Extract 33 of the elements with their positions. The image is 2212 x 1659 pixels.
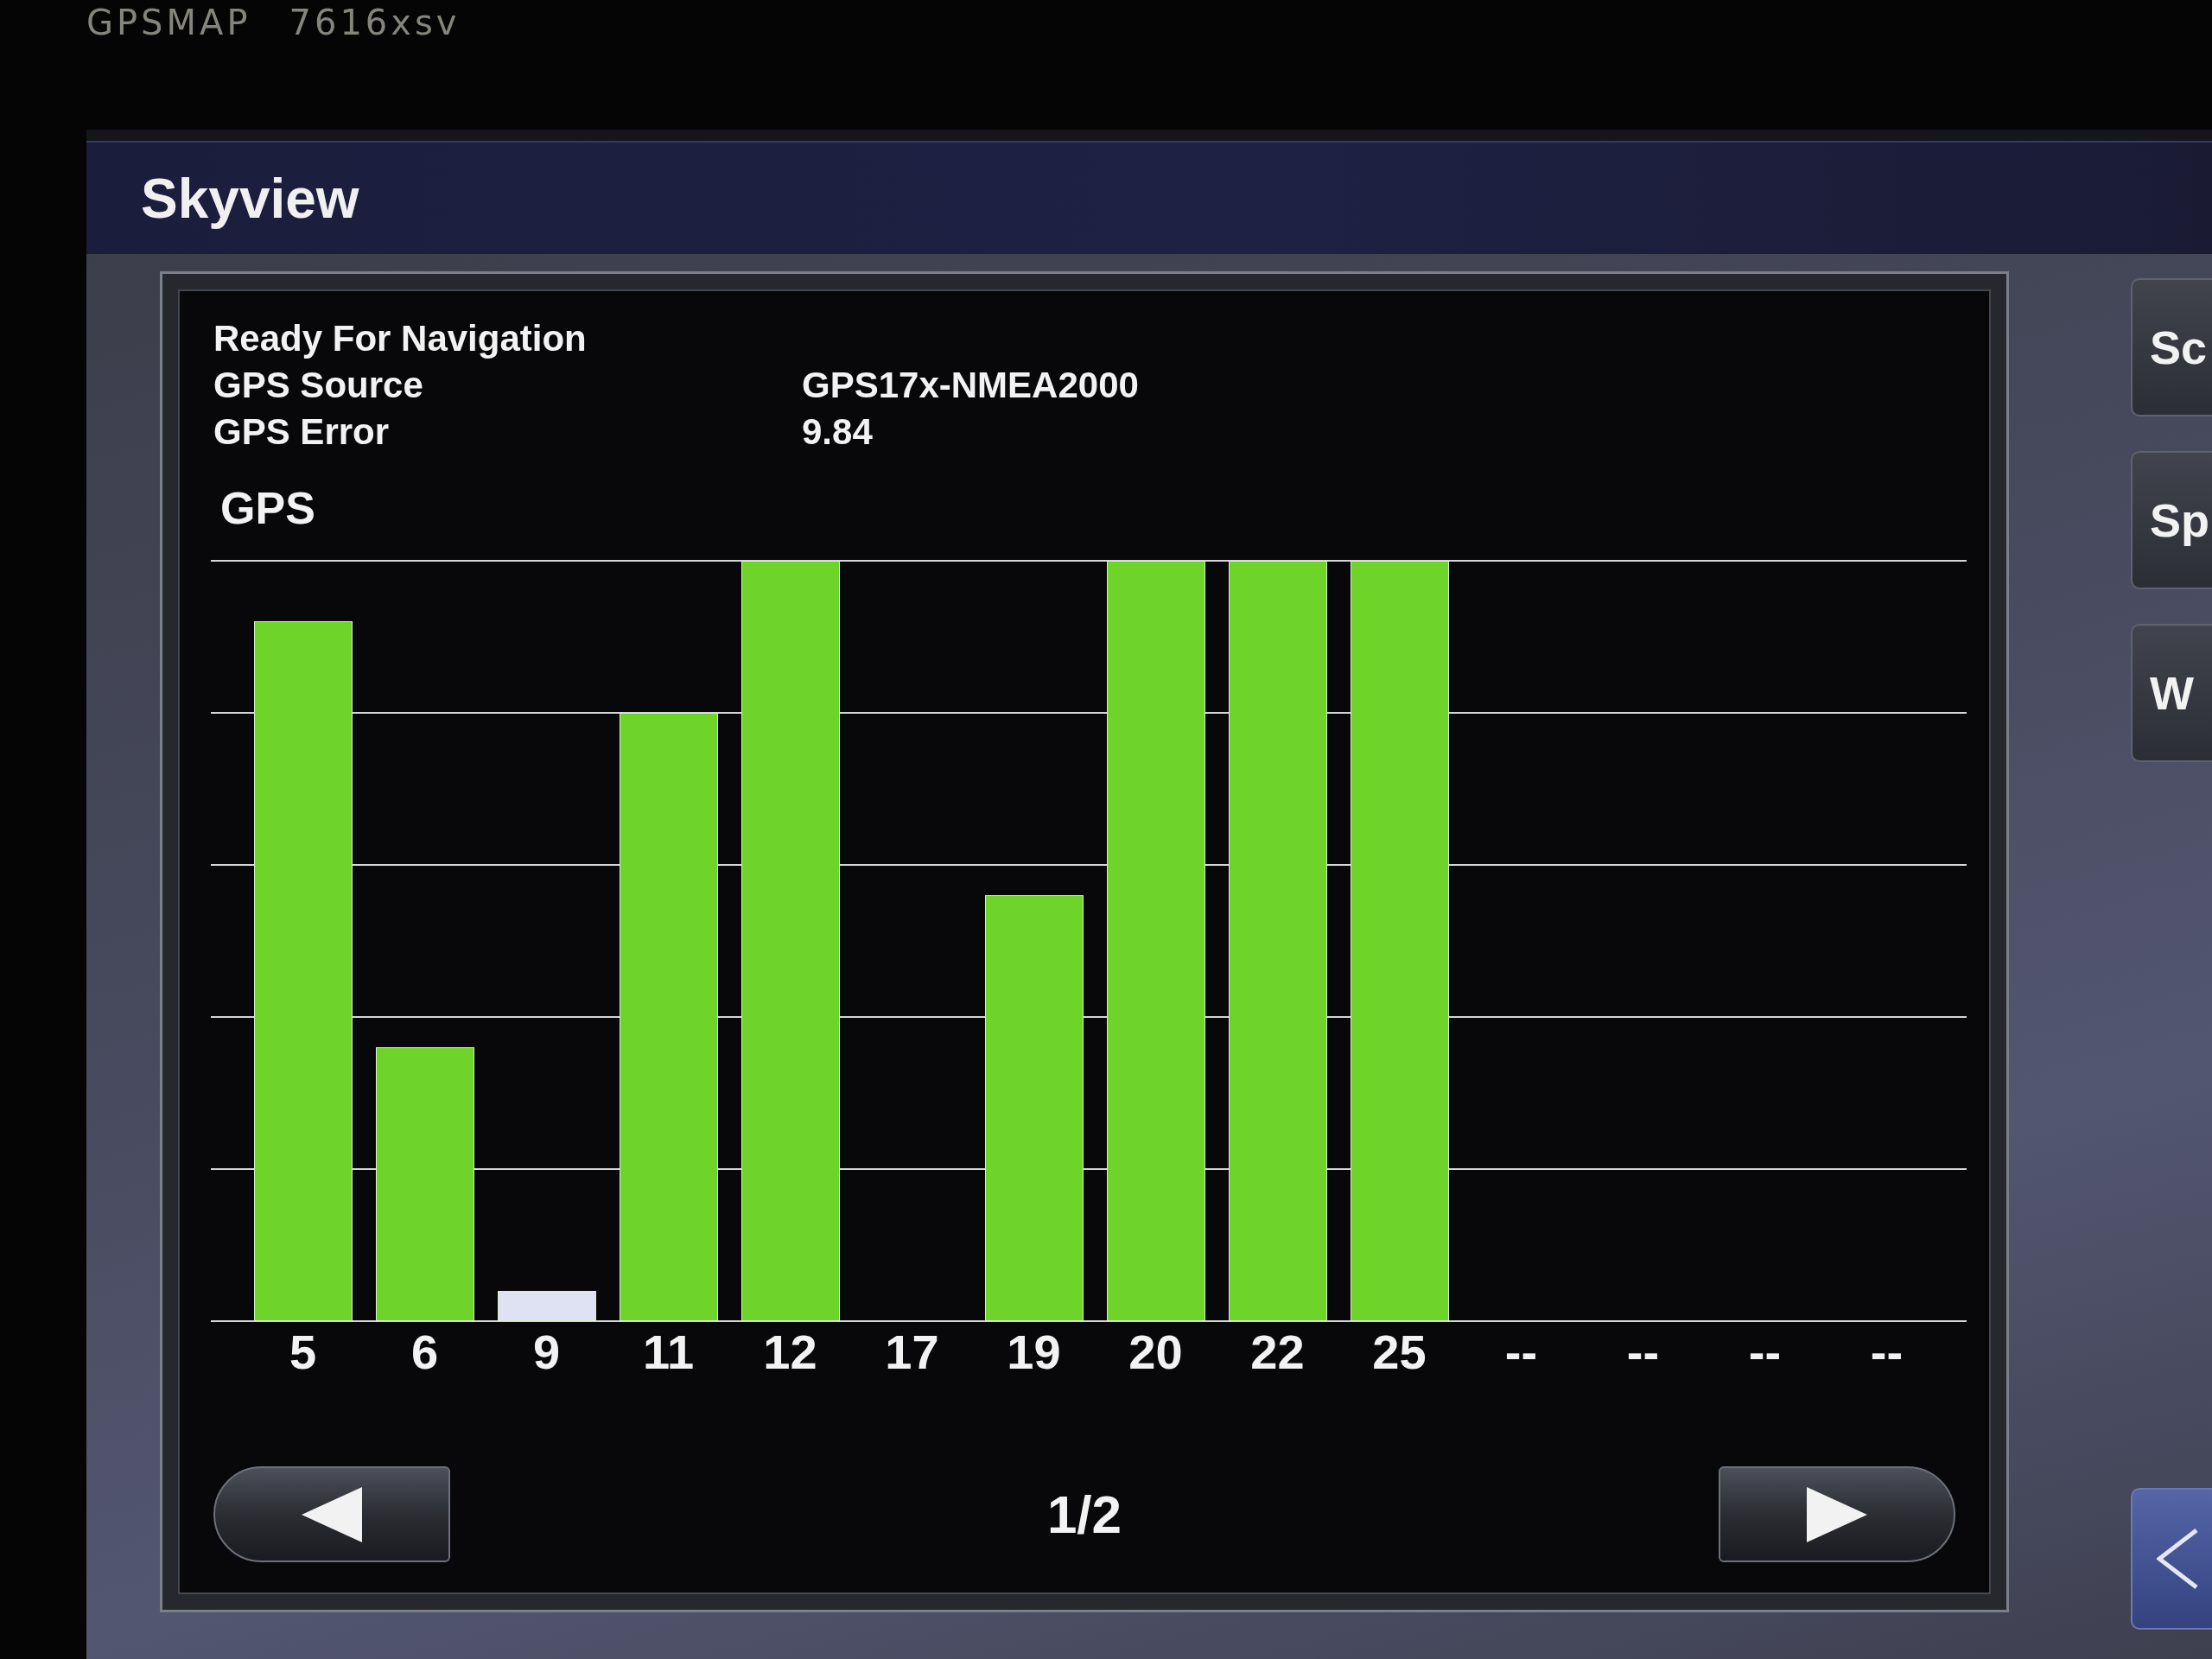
chart-heading: GPS	[220, 483, 315, 533]
satellite-number: 20	[1128, 1325, 1183, 1380]
satellite-number: 25	[1372, 1325, 1427, 1380]
satellite-number: --	[1504, 1325, 1538, 1380]
satellite-number: 22	[1250, 1325, 1305, 1380]
field-label: GPS Source	[213, 364, 423, 407]
back-button[interactable]	[2131, 1488, 2212, 1630]
satellite-number: 19	[1007, 1325, 1061, 1380]
satellite-number: 17	[885, 1325, 939, 1380]
previous-page-button[interactable]	[213, 1466, 450, 1562]
satellite-number: 9	[532, 1325, 561, 1380]
status-message: Ready For Navigation	[213, 317, 587, 360]
chevron-left-icon	[2157, 1529, 2198, 1589]
right-triangle-icon	[1807, 1486, 1867, 1542]
satellite-number: --	[1870, 1325, 1904, 1380]
left-triangle-icon	[302, 1486, 362, 1542]
page-indicator: 1/2	[1046, 1483, 1122, 1546]
window-title: Skyview	[141, 166, 359, 232]
satellite-number: 5	[289, 1325, 317, 1380]
satellite-number: 6	[410, 1325, 439, 1380]
device-brand: GPSMAP	[86, 2, 251, 43]
satellite-number: 11	[642, 1325, 695, 1380]
side-menu-button[interactable]: Sc	[2131, 278, 2212, 416]
field-label: GPS Error	[213, 410, 390, 454]
field-value: GPS17x-NMEA2000	[802, 364, 1139, 407]
satellite-number: --	[1626, 1325, 1660, 1380]
field-value: 9.84	[802, 410, 873, 454]
side-menu-button[interactable]: W	[2131, 624, 2212, 762]
next-page-button[interactable]	[1719, 1466, 1955, 1562]
satellite-number: --	[1748, 1325, 1782, 1380]
side-menu-button[interactable]: Sp	[2131, 451, 2212, 589]
device-model: 7616xsv	[289, 2, 461, 43]
satellite-number: 12	[763, 1325, 817, 1380]
